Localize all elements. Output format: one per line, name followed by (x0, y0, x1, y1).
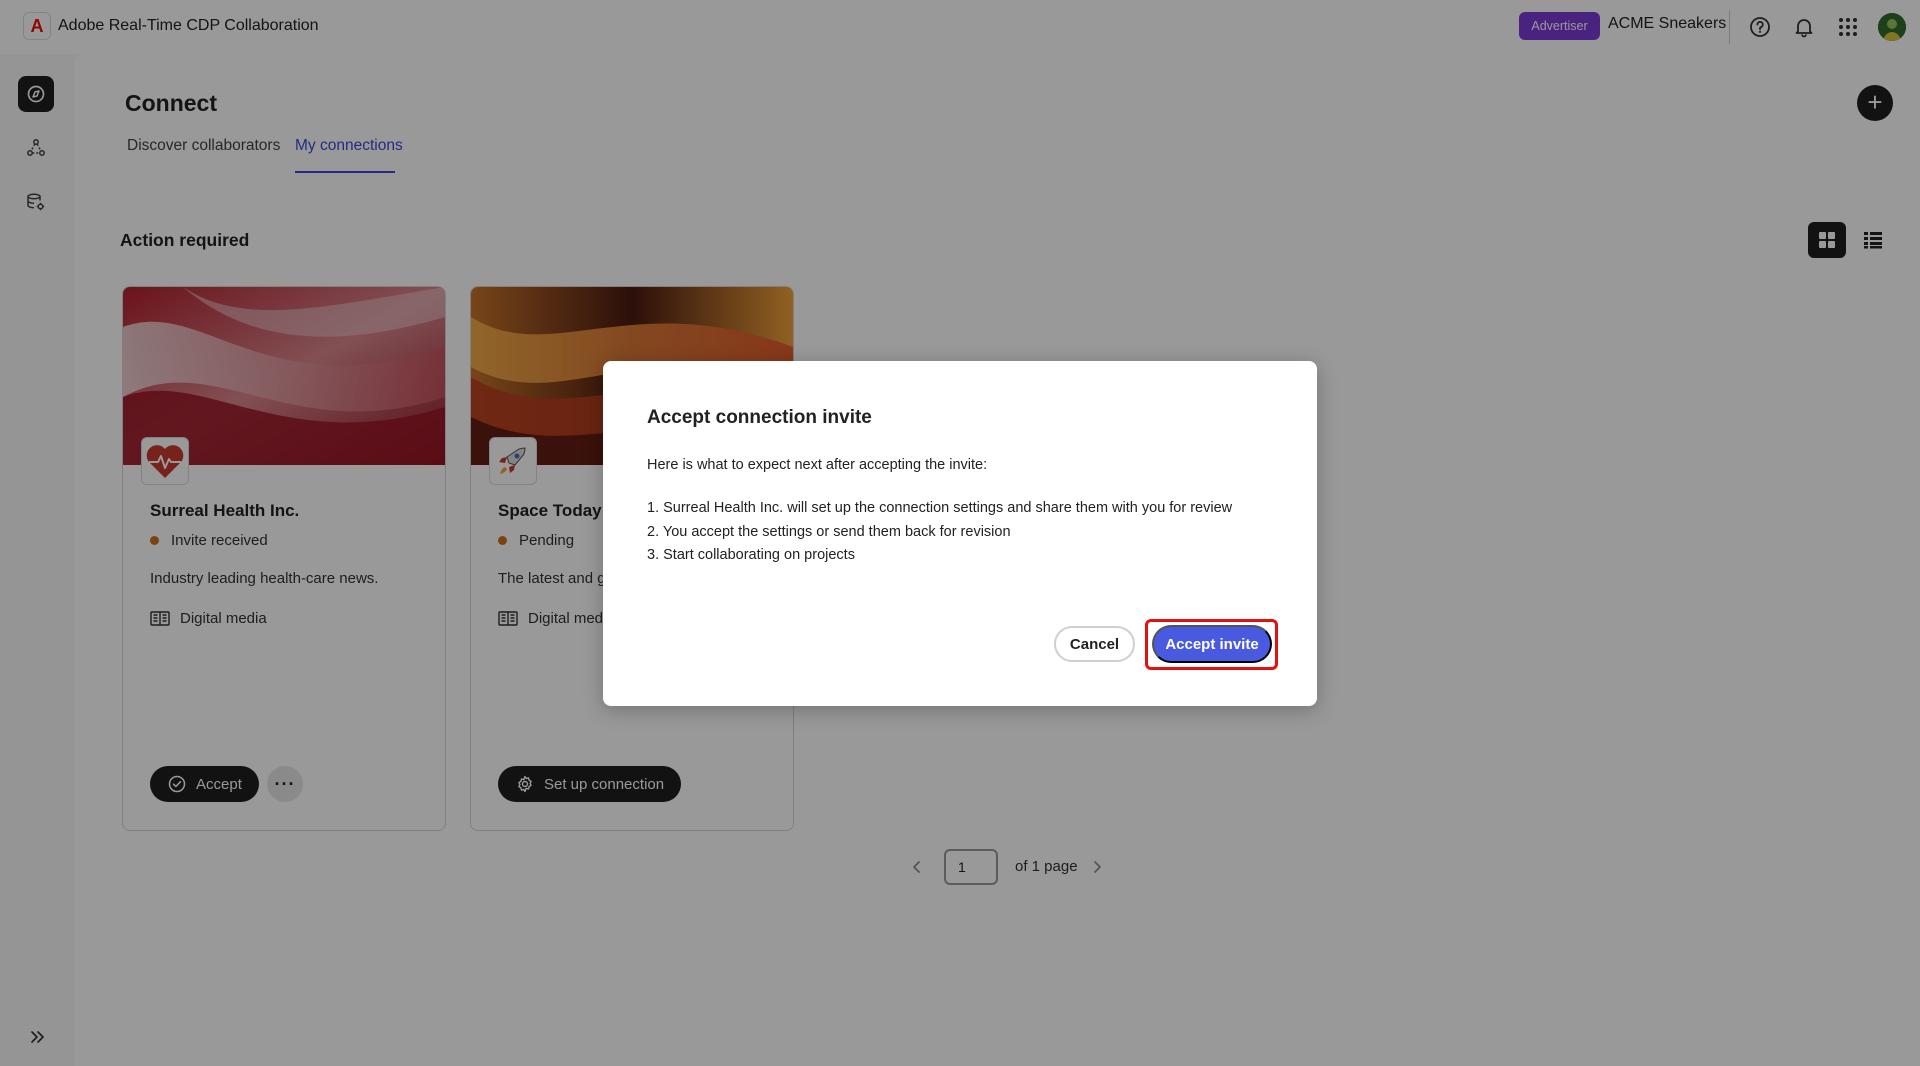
dialog-step: 2. You accept the settings or send them … (647, 523, 1011, 540)
dialog-step: 1. Surreal Health Inc. will set up the c… (647, 500, 1233, 516)
dialog-step: 3. Start collaborating on projects (647, 547, 855, 563)
cancel-button[interactable]: Cancel (1054, 626, 1135, 662)
accept-invite-button[interactable]: Accept invite (1152, 625, 1272, 663)
accept-invite-dialog: Accept connection invite Here is what to… (603, 361, 1317, 706)
dialog-title: Accept connection invite (647, 407, 872, 428)
dialog-steps: 1. Surreal Health Inc. will set up the c… (647, 497, 1232, 568)
dialog-intro: Here is what to expect next after accept… (647, 457, 988, 473)
